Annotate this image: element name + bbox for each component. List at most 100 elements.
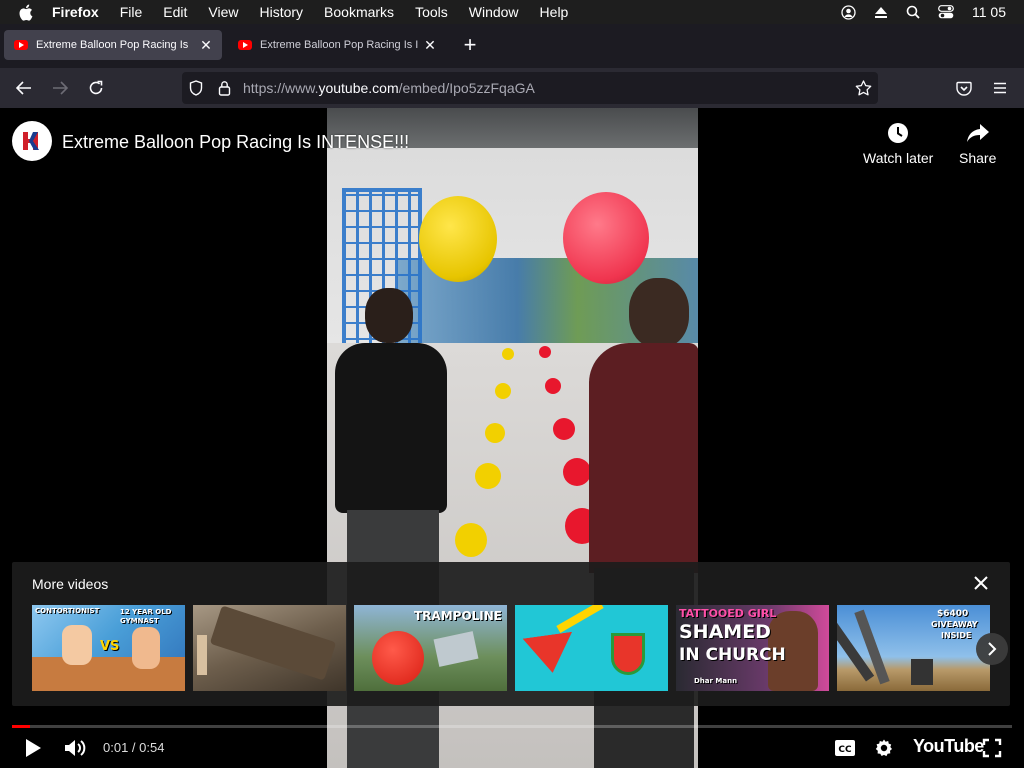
menu-bookmarks[interactable]: Bookmarks <box>324 4 394 20</box>
menu-history[interactable]: History <box>259 4 303 20</box>
close-more-videos-button[interactable] <box>972 574 990 592</box>
navigation-toolbar: https://www.youtube.com/embed/Ipo5zzFqaG… <box>0 68 1024 108</box>
thumb-ball <box>372 631 424 685</box>
youtube-logo-link[interactable]: YouTube <box>913 736 984 757</box>
close-tab-icon[interactable]: ✕ <box>422 37 438 53</box>
menu-help[interactable]: Help <box>540 4 569 20</box>
watch-later-label: Watch later <box>863 150 934 166</box>
tab-title: Extreme Balloon Pop Racing Is I <box>260 39 419 51</box>
subtitles-button[interactable]: CC <box>834 739 856 757</box>
red-ball <box>563 458 591 486</box>
thumb-caption: 12 YEAR OLD GYMNAST <box>120 608 172 625</box>
watch-later-button[interactable]: Watch later <box>863 122 933 166</box>
menu-app-firefox[interactable]: Firefox <box>52 4 99 20</box>
thumb-safe <box>911 659 933 685</box>
menu-window[interactable]: Window <box>469 4 519 20</box>
player-right-head <box>629 278 689 348</box>
progress-bar[interactable] <box>12 725 1012 728</box>
thumb-floor <box>32 657 185 691</box>
more-videos-next-button[interactable] <box>976 633 1008 665</box>
back-button[interactable] <box>14 78 34 98</box>
fullscreen-button[interactable] <box>982 738 1002 758</box>
player-left-body <box>335 343 447 513</box>
video-thumbnail[interactable]: TATTOOED GIRL SHAMED IN CHURCH Dhar Mann <box>676 605 829 691</box>
yellow-ball <box>475 463 501 489</box>
svg-text:CC: CC <box>838 745 852 755</box>
thumb-caption: CONTORTIONIST <box>35 607 100 615</box>
tab-active[interactable]: Extreme Balloon Pop Racing Is ✕ <box>4 30 222 60</box>
share-label: Share <box>959 150 997 166</box>
thumb-tag: Dhar Mann <box>694 677 738 685</box>
channel-avatar[interactable] <box>12 121 52 161</box>
url-text[interactable]: https://www.youtube.com/embed/Ipo5zzFqaG… <box>243 80 535 96</box>
thumb-caption: INSIDE <box>941 631 972 640</box>
tab-title: Extreme Balloon Pop Racing Is <box>36 39 189 51</box>
fullscreen-icon <box>982 738 1002 758</box>
thumb-caption: $6400 <box>937 609 969 619</box>
address-bar[interactable]: https://www.youtube.com/embed/Ipo5zzFqaG… <box>182 72 878 104</box>
shield-icon[interactable] <box>189 80 203 101</box>
video-thumbnail[interactable] <box>515 605 668 691</box>
forward-button[interactable] <box>50 78 70 98</box>
play-button[interactable] <box>24 738 42 758</box>
video-thumbnail[interactable]: TRAMPOLINE <box>354 605 507 691</box>
settings-button[interactable] <box>874 738 894 758</box>
thumb-caption: TATTOOED GIRL <box>679 607 777 620</box>
yellow-balloon <box>419 196 497 282</box>
thumb-post <box>197 635 207 675</box>
macos-menubar: Firefox File Edit View History Bookmarks… <box>0 0 1024 24</box>
new-tab-button[interactable]: + <box>460 34 480 56</box>
video-player[interactable]: Extreme Balloon Pop Racing Is INTENSE!!!… <box>0 108 1024 768</box>
red-balloon <box>563 192 649 284</box>
mute-button[interactable] <box>64 738 88 758</box>
apple-icon[interactable] <box>18 4 38 21</box>
pocket-button[interactable] <box>954 78 974 98</box>
player-right-body <box>589 343 698 573</box>
volume-icon <box>65 740 86 756</box>
thumb-trampoline <box>433 631 479 667</box>
yellow-ball <box>485 423 505 443</box>
menu-edit[interactable]: Edit <box>163 4 187 20</box>
user-account-icon[interactable] <box>841 4 856 20</box>
control-center-icon[interactable] <box>938 5 954 19</box>
menu-tools[interactable]: Tools <box>415 4 448 20</box>
video-thumbnail[interactable]: CONTORTIONIST 12 YEAR OLD GYMNAST VS <box>32 605 185 691</box>
tab-inactive[interactable]: Extreme Balloon Pop Racing Is I ✕ <box>228 30 446 60</box>
menu-view[interactable]: View <box>208 4 238 20</box>
red-ball <box>553 418 575 440</box>
yellow-ball <box>502 348 514 360</box>
more-videos-panel: More videos CONTORTIONIST 12 YEAR OLD GY… <box>12 562 1010 706</box>
more-videos-row: CONTORTIONIST 12 YEAR OLD GYMNAST VS TRA… <box>32 605 990 691</box>
star-icon <box>855 80 872 96</box>
player-controls: 0:01 / 0:54 CC YouTube <box>0 730 1024 768</box>
player-left-head <box>365 288 413 343</box>
url-prefix: https://www. <box>243 80 319 96</box>
thumb-caption: TRAMPOLINE <box>414 609 503 623</box>
play-icon <box>26 739 41 757</box>
spotlight-search-icon[interactable] <box>906 5 920 19</box>
share-button[interactable]: Share <box>959 122 996 166</box>
thumb-figure <box>62 625 92 665</box>
video-thumbnail[interactable] <box>193 605 346 691</box>
thumb-pendant <box>611 633 645 675</box>
thumb-tool <box>556 605 604 633</box>
channel-logo-icon <box>23 132 39 150</box>
youtube-favicon-icon <box>14 40 28 50</box>
tab-strip: Extreme Balloon Pop Racing Is ✕ Extreme … <box>0 24 1024 68</box>
app-menu-button[interactable] <box>990 78 1010 98</box>
reload-button[interactable] <box>86 78 106 98</box>
eject-icon[interactable] <box>874 6 888 19</box>
clock-icon <box>888 123 909 143</box>
url-path: /embed/Ipo5zzFqaGA <box>398 80 535 96</box>
menubar-clock[interactable]: 11 05 <box>972 4 1006 20</box>
video-thumbnail[interactable]: $6400 GIVEAWAY INSIDE <box>837 605 990 691</box>
bookmark-star-button[interactable] <box>855 80 872 101</box>
close-tab-icon[interactable]: ✕ <box>198 37 214 53</box>
video-title[interactable]: Extreme Balloon Pop Racing Is INTENSE!!! <box>62 132 409 153</box>
thumb-caption: SHAMED <box>679 621 771 643</box>
thumb-caption: GIVEAWAY <box>931 620 978 629</box>
menu-file[interactable]: File <box>120 4 143 20</box>
lock-icon[interactable] <box>218 80 231 101</box>
share-arrow-icon <box>966 124 989 142</box>
chevron-right-icon <box>988 642 997 656</box>
